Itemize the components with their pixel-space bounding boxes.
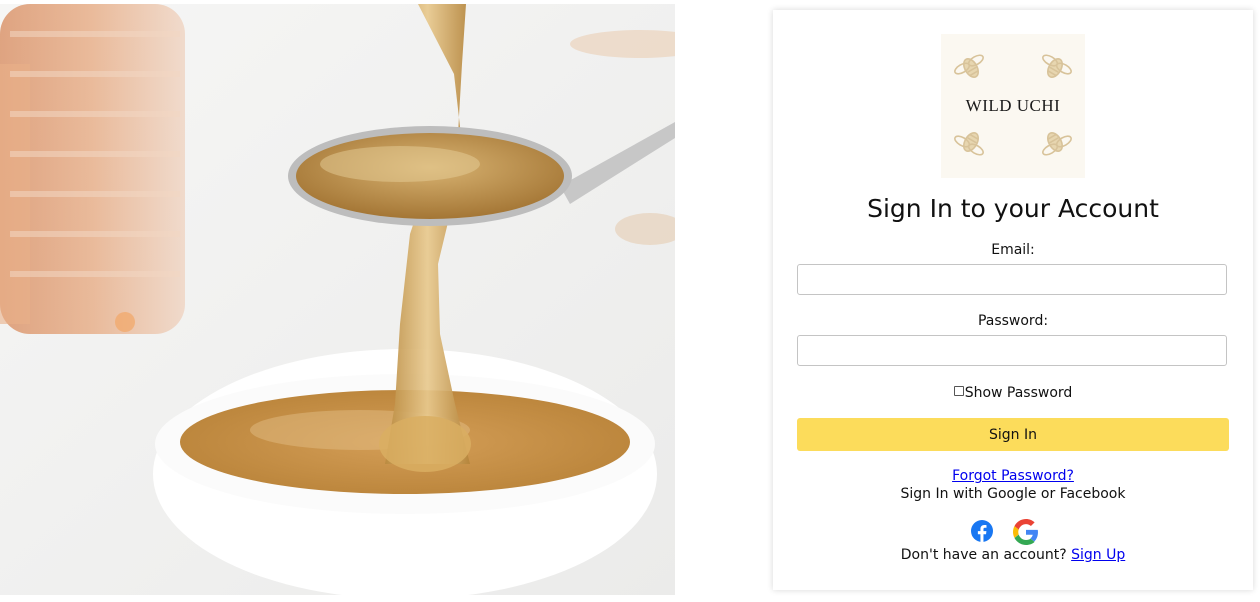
sign-in-page: WILD UCHI Sign In to your Account Email:… [0,0,1260,602]
sign-in-card: WILD UCHI Sign In to your Account Email:… [773,10,1253,590]
logo-text: WILD UCHI [965,96,1061,115]
show-password-checkbox[interactable] [953,386,964,396]
sign-in-button[interactable]: Sign In [797,418,1229,451]
password-field[interactable] [797,335,1227,366]
honey-spoon-photo [0,4,675,595]
google-icon[interactable] [1013,519,1039,545]
no-account-text: Don't have an account? [900,547,1067,563]
show-password-row[interactable]: Show Password [773,385,1253,401]
forgot-password-link[interactable]: Forgot Password? [952,468,1074,484]
sign-up-link[interactable]: Sign Up [1071,547,1125,563]
social-sign-in-prompt: Sign In with Google or Facebook [900,486,1126,502]
email-label: Email: [991,242,1035,258]
password-label: Password: [977,313,1049,329]
sign-up-row: Don't have an account? Sign Up [773,547,1253,563]
email-field[interactable] [797,264,1227,295]
wild-uchi-logo: WILD UCHI [941,34,1085,178]
show-password-label: Show Password [964,385,1073,401]
facebook-icon[interactable] [971,520,993,542]
forgot-password-row: Forgot Password? [773,468,1253,484]
social-sign-in-buttons [970,519,1060,545]
page-title: Sign In to your Account [867,194,1159,223]
